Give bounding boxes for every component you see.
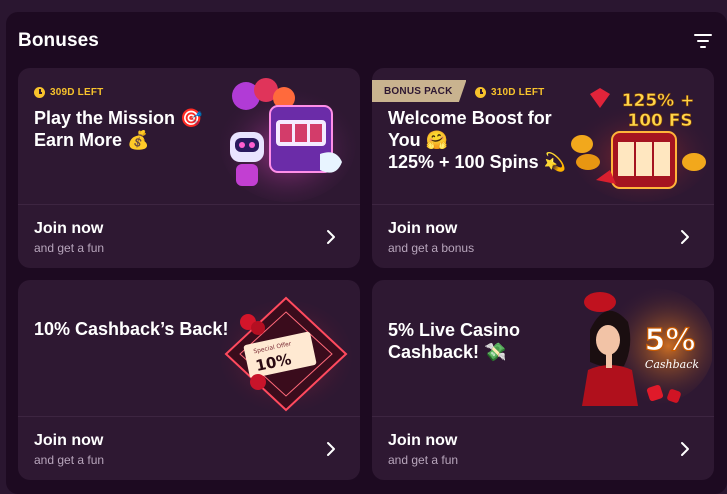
- card-top: 309D LEFT Play the Mission 🎯 Earn More 💰: [18, 68, 360, 204]
- art-text: 5%: [645, 323, 696, 358]
- chevron-right-icon[interactable]: [324, 229, 338, 245]
- clock-icon: [34, 87, 45, 98]
- filter-icon: [694, 34, 712, 48]
- cta-subtext: and get a fun: [388, 453, 459, 467]
- card-cta[interactable]: Join now and get a fun: [18, 205, 360, 268]
- join-now-label: Join now: [34, 432, 104, 449]
- card-cta[interactable]: Join now and get a fun: [372, 417, 714, 480]
- slot-machine-illustration: 125% + 100 FS: [571, 88, 712, 202]
- timer-text: 310D LEFT: [491, 87, 545, 98]
- card-title: Welcome Boost for You 🤗 125% + 100 Spins…: [388, 108, 567, 172]
- filter-button[interactable]: [691, 29, 715, 53]
- card-title: 10% Cashback’s Back!: [34, 319, 229, 339]
- join-now-label: Join now: [388, 220, 458, 237]
- page-title: Bonuses: [18, 30, 99, 51]
- card-top: BONUS PACK 310D LEFT Welcome Boost for Y…: [372, 68, 714, 204]
- timer-text: 309D LEFT: [50, 87, 104, 98]
- timer-badge: 310D LEFT: [475, 87, 544, 98]
- chevron-right-icon[interactable]: [678, 229, 692, 245]
- panel-header: Bonuses: [18, 28, 715, 54]
- card-title: Play the Mission 🎯 Earn More 💰: [34, 108, 203, 150]
- join-now-label: Join now: [34, 220, 104, 237]
- card-cta[interactable]: Join now and get a bonus: [372, 205, 714, 268]
- chevron-right-icon[interactable]: [678, 441, 692, 457]
- card-title: 5% Live Casino Cashback! 💸: [388, 320, 521, 362]
- chevron-right-icon[interactable]: [324, 441, 338, 457]
- art-text-bottom: 100 FS: [627, 111, 692, 131]
- join-now-label: Join now: [388, 432, 458, 449]
- bonus-card-live-casino[interactable]: 5% Live Casino Cashback! 💸 5% Cashback J…: [372, 280, 714, 480]
- bonus-card-welcome[interactable]: BONUS PACK 310D LEFT Welcome Boost for Y…: [372, 68, 714, 268]
- timer-badge: 309D LEFT: [34, 87, 103, 98]
- live-dealer-illustration: 5% Cashback: [582, 288, 712, 406]
- clock-icon: [475, 87, 486, 98]
- card-top: 10% Cashback’s Back! 10% Special Offer: [18, 280, 360, 416]
- card-top: 5% Live Casino Cashback! 💸 5% Cashback: [372, 280, 714, 416]
- card-cta[interactable]: Join now and get a fun: [18, 417, 360, 480]
- art-text-top: 125% +: [622, 91, 695, 111]
- cashback-ticket-illustration: 10% Special Offer: [220, 296, 352, 412]
- cta-subtext: and get a bonus: [388, 241, 475, 255]
- art-small-text: Cashback: [645, 358, 699, 371]
- cta-subtext: and get a fun: [34, 453, 105, 467]
- bonus-card-cashback[interactable]: 10% Cashback’s Back! 10% Special Offer J…: [18, 280, 360, 480]
- bonus-card-mission[interactable]: 309D LEFT Play the Mission 🎯 Earn More 💰: [18, 68, 360, 268]
- cta-subtext: and get a fun: [34, 241, 105, 255]
- bonuses-panel: Bonuses 309D LEFT Play the Mission 🎯 Ear…: [6, 12, 727, 494]
- slot-robot-illustration: [220, 78, 356, 202]
- bonus-pack-badge: BONUS PACK: [372, 80, 467, 102]
